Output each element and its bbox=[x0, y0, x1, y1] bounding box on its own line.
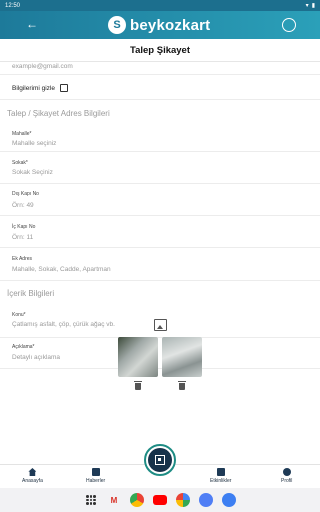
nav-label: Anasayfa bbox=[22, 478, 43, 484]
field-placeholder: Mahalle, Sokak, Cadde, Apartman bbox=[12, 266, 111, 273]
address-section-title: Talep / Şikayet Adres Bilgileri bbox=[7, 109, 110, 118]
wifi-icon: ▾ bbox=[305, 3, 309, 9]
nav-label: Profil bbox=[281, 478, 293, 484]
camera-icon[interactable] bbox=[199, 493, 213, 507]
brand-mark-icon: S bbox=[108, 16, 126, 34]
field-underline bbox=[0, 280, 320, 281]
nav-label: Haberler bbox=[86, 478, 106, 484]
field-underline bbox=[0, 368, 320, 369]
nav-label: Etkinlikler bbox=[210, 478, 232, 484]
delete-photo-icon[interactable] bbox=[178, 381, 186, 390]
field-label: Ek Adres bbox=[12, 256, 33, 262]
battery-icon: ▮ bbox=[311, 3, 315, 9]
photo-thumbnail[interactable] bbox=[162, 337, 202, 377]
qr-button-inner bbox=[148, 448, 172, 472]
photo-thumbnail[interactable] bbox=[118, 337, 158, 377]
app-bar: ← S beykozkart bbox=[0, 11, 320, 39]
nav-item-events[interactable]: Etkinlikler bbox=[210, 468, 231, 484]
field-underline bbox=[0, 215, 320, 216]
field-placeholder: Örn: 11 bbox=[12, 234, 34, 241]
nav-item-home[interactable]: Anasayfa bbox=[22, 468, 43, 484]
messages-icon[interactable] bbox=[222, 493, 236, 507]
field-label: Mahalle* bbox=[12, 131, 32, 137]
field-placeholder: Mahalle seçiniz bbox=[12, 140, 57, 147]
whatsapp-icon[interactable] bbox=[282, 18, 296, 32]
field-underline bbox=[0, 337, 320, 338]
page-title: Talep Şikayet bbox=[0, 39, 320, 62]
field-underline bbox=[0, 151, 320, 152]
field-label: Konu* bbox=[12, 312, 26, 318]
field-label: Açıklama* bbox=[12, 344, 35, 350]
system-dock: M bbox=[0, 488, 320, 512]
content-section-title: İçerik Bilgileri bbox=[7, 289, 55, 298]
field-placeholder: Sokak Seçiniz bbox=[12, 169, 53, 176]
divider bbox=[0, 99, 320, 100]
status-icons: ▾ ▮ bbox=[306, 2, 315, 9]
brand-name: beykozkart bbox=[130, 16, 211, 34]
hide-info-row[interactable]: Bilgilerimi gizle bbox=[12, 84, 68, 92]
hide-info-checkbox[interactable] bbox=[59, 84, 68, 92]
add-photo-icon[interactable] bbox=[154, 319, 167, 331]
back-arrow-icon[interactable]: ← bbox=[26, 17, 38, 31]
divider bbox=[0, 74, 320, 75]
field-label: İç Kapı No bbox=[12, 224, 36, 230]
home-icon bbox=[28, 468, 37, 476]
photos-icon[interactable] bbox=[176, 493, 190, 507]
youtube-icon[interactable] bbox=[153, 495, 167, 505]
field-placeholder: Detaylı açıklama bbox=[12, 354, 61, 361]
status-time: 12:50 bbox=[5, 2, 21, 9]
nav-item-news[interactable]: Haberler bbox=[86, 468, 105, 484]
news-icon bbox=[91, 468, 100, 476]
field-underline bbox=[0, 183, 320, 184]
qr-code-icon bbox=[155, 455, 165, 465]
brand-logo: S beykozkart bbox=[108, 14, 210, 36]
profile-icon bbox=[282, 468, 291, 476]
field-underline bbox=[0, 247, 320, 248]
delete-photo-icon[interactable] bbox=[134, 381, 142, 390]
field-placeholder: Çatlamış asfalt, çöp, çürük ağaç vb. bbox=[12, 321, 115, 328]
qr-scan-button[interactable] bbox=[144, 444, 176, 476]
nav-item-profile[interactable]: Profil bbox=[281, 468, 292, 484]
apps-grid-icon[interactable] bbox=[84, 493, 98, 507]
email-field[interactable]: example@gmail.com bbox=[12, 63, 73, 70]
status-bar: 12:50 ▾ ▮ bbox=[0, 0, 320, 11]
chrome-icon[interactable] bbox=[130, 493, 144, 507]
field-label: Sokak* bbox=[12, 160, 28, 166]
hide-info-label: Bilgilerimi gizle bbox=[12, 84, 55, 92]
field-placeholder: Örn: 49 bbox=[12, 202, 34, 209]
gmail-icon[interactable]: M bbox=[107, 493, 121, 507]
field-label: Dış Kapı No bbox=[12, 191, 39, 197]
events-icon bbox=[216, 468, 225, 476]
